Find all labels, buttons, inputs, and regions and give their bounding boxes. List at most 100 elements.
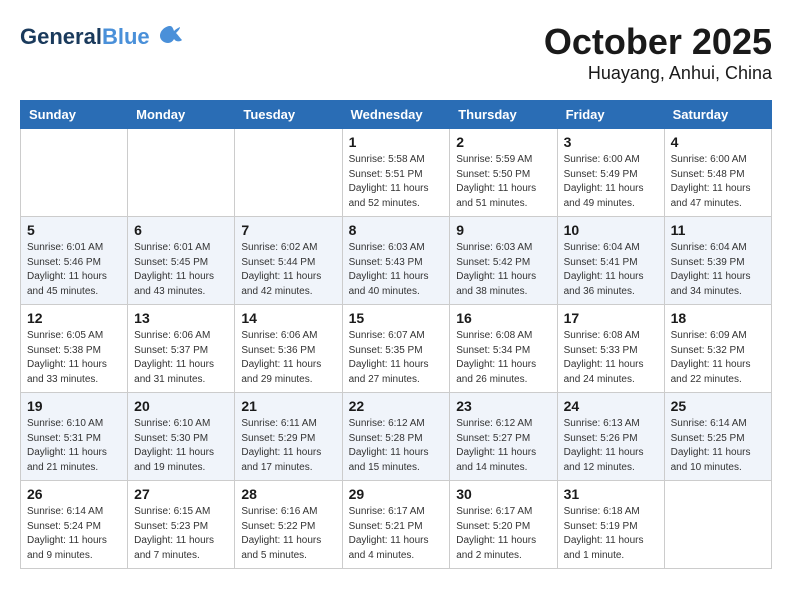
day-info: Sunrise: 6:04 AM Sunset: 5:39 PM Dayligh… bbox=[671, 241, 765, 299]
day-number: 18 bbox=[671, 310, 765, 326]
day-number: 27 bbox=[134, 486, 228, 502]
calendar-cell: 7 Sunrise: 6:02 AM Sunset: 5:44 PM Daylig… bbox=[235, 217, 342, 305]
calendar-cell: 18 Sunrise: 6:09 AM Sunset: 5:32 PM Dayli… bbox=[664, 305, 771, 393]
title-block: October 2025 Huayang, Anhui, China bbox=[544, 20, 772, 84]
day-number: 26 bbox=[27, 486, 121, 502]
day-number: 24 bbox=[564, 398, 658, 414]
calendar-week-row: 1Sunrise: 5:58 AM Sunset: 5:51 PM Daylig… bbox=[21, 129, 772, 217]
calendar-week-row: 19 Sunrise: 6:10 AM Sunset: 5:31 PM Dayli… bbox=[21, 393, 772, 481]
calendar-cell: 10 Sunrise: 6:04 AM Sunset: 5:41 PM Dayli… bbox=[557, 217, 664, 305]
day-number: 30 bbox=[456, 486, 550, 502]
day-info: Sunrise: 5:59 AM Sunset: 5:50 PM Dayligh… bbox=[456, 153, 550, 211]
day-number: 3 bbox=[564, 134, 658, 150]
calendar-cell: 28Sunrise: 6:16 AM Sunset: 5:22 PM Dayli… bbox=[235, 481, 342, 569]
calendar-cell bbox=[21, 129, 128, 217]
calendar-cell: 2 Sunrise: 5:59 AM Sunset: 5:50 PM Daylig… bbox=[450, 129, 557, 217]
weekday-header-tuesday: Tuesday bbox=[235, 101, 342, 129]
day-number: 16 bbox=[456, 310, 550, 326]
calendar-cell: 17Sunrise: 6:08 AM Sunset: 5:33 PM Dayli… bbox=[557, 305, 664, 393]
calendar-cell: 11 Sunrise: 6:04 AM Sunset: 5:39 PM Dayli… bbox=[664, 217, 771, 305]
day-number: 31 bbox=[564, 486, 658, 502]
day-info: Sunrise: 6:00 AM Sunset: 5:49 PM Dayligh… bbox=[564, 153, 658, 211]
day-info: Sunrise: 6:05 AM Sunset: 5:38 PM Dayligh… bbox=[27, 329, 121, 387]
page-header: GeneralBlue October 2025 Huayang, Anhui,… bbox=[20, 20, 772, 84]
weekday-header-row: SundayMondayTuesdayWednesdayThursdayFrid… bbox=[21, 101, 772, 129]
weekday-header-saturday: Saturday bbox=[664, 101, 771, 129]
calendar-cell: 9 Sunrise: 6:03 AM Sunset: 5:42 PM Daylig… bbox=[450, 217, 557, 305]
day-info: Sunrise: 6:17 AM Sunset: 5:20 PM Dayligh… bbox=[456, 505, 550, 563]
day-info: Sunrise: 6:15 AM Sunset: 5:23 PM Dayligh… bbox=[134, 505, 228, 563]
calendar-cell: 31 Sunrise: 6:18 AM Sunset: 5:19 PM Dayli… bbox=[557, 481, 664, 569]
day-info: Sunrise: 6:06 AM Sunset: 5:37 PM Dayligh… bbox=[134, 329, 228, 387]
day-number: 7 bbox=[241, 222, 335, 238]
day-info: Sunrise: 6:02 AM Sunset: 5:44 PM Dayligh… bbox=[241, 241, 335, 299]
calendar-cell: 8 Sunrise: 6:03 AM Sunset: 5:43 PM Daylig… bbox=[342, 217, 450, 305]
calendar-cell: 5Sunrise: 6:01 AM Sunset: 5:46 PM Daylig… bbox=[21, 217, 128, 305]
day-number: 11 bbox=[671, 222, 765, 238]
day-number: 13 bbox=[134, 310, 228, 326]
calendar-cell: 13 Sunrise: 6:06 AM Sunset: 5:37 PM Dayli… bbox=[128, 305, 235, 393]
calendar-cell: 6 Sunrise: 6:01 AM Sunset: 5:45 PM Daylig… bbox=[128, 217, 235, 305]
day-number: 25 bbox=[671, 398, 765, 414]
calendar-cell: 20 Sunrise: 6:10 AM Sunset: 5:30 PM Dayli… bbox=[128, 393, 235, 481]
day-info: Sunrise: 6:11 AM Sunset: 5:29 PM Dayligh… bbox=[241, 417, 335, 475]
day-info: Sunrise: 6:17 AM Sunset: 5:21 PM Dayligh… bbox=[349, 505, 444, 563]
day-info: Sunrise: 6:18 AM Sunset: 5:19 PM Dayligh… bbox=[564, 505, 658, 563]
day-number: 12 bbox=[27, 310, 121, 326]
calendar-cell bbox=[235, 129, 342, 217]
weekday-header-wednesday: Wednesday bbox=[342, 101, 450, 129]
month-title: October 2025 bbox=[544, 20, 772, 63]
day-info: Sunrise: 6:00 AM Sunset: 5:48 PM Dayligh… bbox=[671, 153, 765, 211]
calendar-week-row: 12 Sunrise: 6:05 AM Sunset: 5:38 PM Dayli… bbox=[21, 305, 772, 393]
day-info: Sunrise: 6:09 AM Sunset: 5:32 PM Dayligh… bbox=[671, 329, 765, 387]
day-info: Sunrise: 6:16 AM Sunset: 5:22 PM Dayligh… bbox=[241, 505, 335, 563]
calendar-cell bbox=[128, 129, 235, 217]
day-number: 15 bbox=[349, 310, 444, 326]
day-number: 21 bbox=[241, 398, 335, 414]
day-info: Sunrise: 6:04 AM Sunset: 5:41 PM Dayligh… bbox=[564, 241, 658, 299]
logo-bird-icon bbox=[156, 20, 184, 54]
calendar-cell: 24 Sunrise: 6:13 AM Sunset: 5:26 PM Dayli… bbox=[557, 393, 664, 481]
calendar-cell: 14 Sunrise: 6:06 AM Sunset: 5:36 PM Dayli… bbox=[235, 305, 342, 393]
day-number: 10 bbox=[564, 222, 658, 238]
day-info: Sunrise: 6:10 AM Sunset: 5:30 PM Dayligh… bbox=[134, 417, 228, 475]
day-number: 19 bbox=[27, 398, 121, 414]
day-number: 6 bbox=[134, 222, 228, 238]
day-number: 1 bbox=[349, 134, 444, 150]
day-info: Sunrise: 6:14 AM Sunset: 5:25 PM Dayligh… bbox=[671, 417, 765, 475]
calendar-cell: 27 Sunrise: 6:15 AM Sunset: 5:23 PM Dayli… bbox=[128, 481, 235, 569]
day-number: 9 bbox=[456, 222, 550, 238]
day-number: 4 bbox=[671, 134, 765, 150]
day-info: Sunrise: 6:13 AM Sunset: 5:26 PM Dayligh… bbox=[564, 417, 658, 475]
calendar-cell: 12 Sunrise: 6:05 AM Sunset: 5:38 PM Dayli… bbox=[21, 305, 128, 393]
day-number: 2 bbox=[456, 134, 550, 150]
day-number: 17 bbox=[564, 310, 658, 326]
day-info: Sunrise: 6:12 AM Sunset: 5:28 PM Dayligh… bbox=[349, 417, 444, 475]
day-info: Sunrise: 6:08 AM Sunset: 5:34 PM Dayligh… bbox=[456, 329, 550, 387]
calendar-cell: 19 Sunrise: 6:10 AM Sunset: 5:31 PM Dayli… bbox=[21, 393, 128, 481]
calendar-cell: 16 Sunrise: 6:08 AM Sunset: 5:34 PM Dayli… bbox=[450, 305, 557, 393]
calendar-cell: 29Sunrise: 6:17 AM Sunset: 5:21 PM Dayli… bbox=[342, 481, 450, 569]
day-info: Sunrise: 6:03 AM Sunset: 5:42 PM Dayligh… bbox=[456, 241, 550, 299]
calendar-cell: 22Sunrise: 6:12 AM Sunset: 5:28 PM Dayli… bbox=[342, 393, 450, 481]
calendar-cell: 30 Sunrise: 6:17 AM Sunset: 5:20 PM Dayli… bbox=[450, 481, 557, 569]
logo: GeneralBlue bbox=[20, 20, 184, 54]
calendar-cell: 1Sunrise: 5:58 AM Sunset: 5:51 PM Daylig… bbox=[342, 129, 450, 217]
day-number: 20 bbox=[134, 398, 228, 414]
day-info: Sunrise: 6:10 AM Sunset: 5:31 PM Dayligh… bbox=[27, 417, 121, 475]
day-info: Sunrise: 6:06 AM Sunset: 5:36 PM Dayligh… bbox=[241, 329, 335, 387]
day-info: Sunrise: 6:12 AM Sunset: 5:27 PM Dayligh… bbox=[456, 417, 550, 475]
day-number: 14 bbox=[241, 310, 335, 326]
calendar-table: SundayMondayTuesdayWednesdayThursdayFrid… bbox=[20, 100, 772, 569]
day-info: Sunrise: 6:07 AM Sunset: 5:35 PM Dayligh… bbox=[349, 329, 444, 387]
calendar-cell: 25 Sunrise: 6:14 AM Sunset: 5:25 PM Dayli… bbox=[664, 393, 771, 481]
day-info: Sunrise: 6:03 AM Sunset: 5:43 PM Dayligh… bbox=[349, 241, 444, 299]
calendar-cell bbox=[664, 481, 771, 569]
day-info: Sunrise: 6:01 AM Sunset: 5:45 PM Dayligh… bbox=[134, 241, 228, 299]
calendar-week-row: 26Sunrise: 6:14 AM Sunset: 5:24 PM Dayli… bbox=[21, 481, 772, 569]
weekday-header-sunday: Sunday bbox=[21, 101, 128, 129]
day-number: 8 bbox=[349, 222, 444, 238]
day-number: 5 bbox=[27, 222, 121, 238]
calendar-cell: 4 Sunrise: 6:00 AM Sunset: 5:48 PM Daylig… bbox=[664, 129, 771, 217]
logo-blue: Blue bbox=[102, 24, 150, 49]
